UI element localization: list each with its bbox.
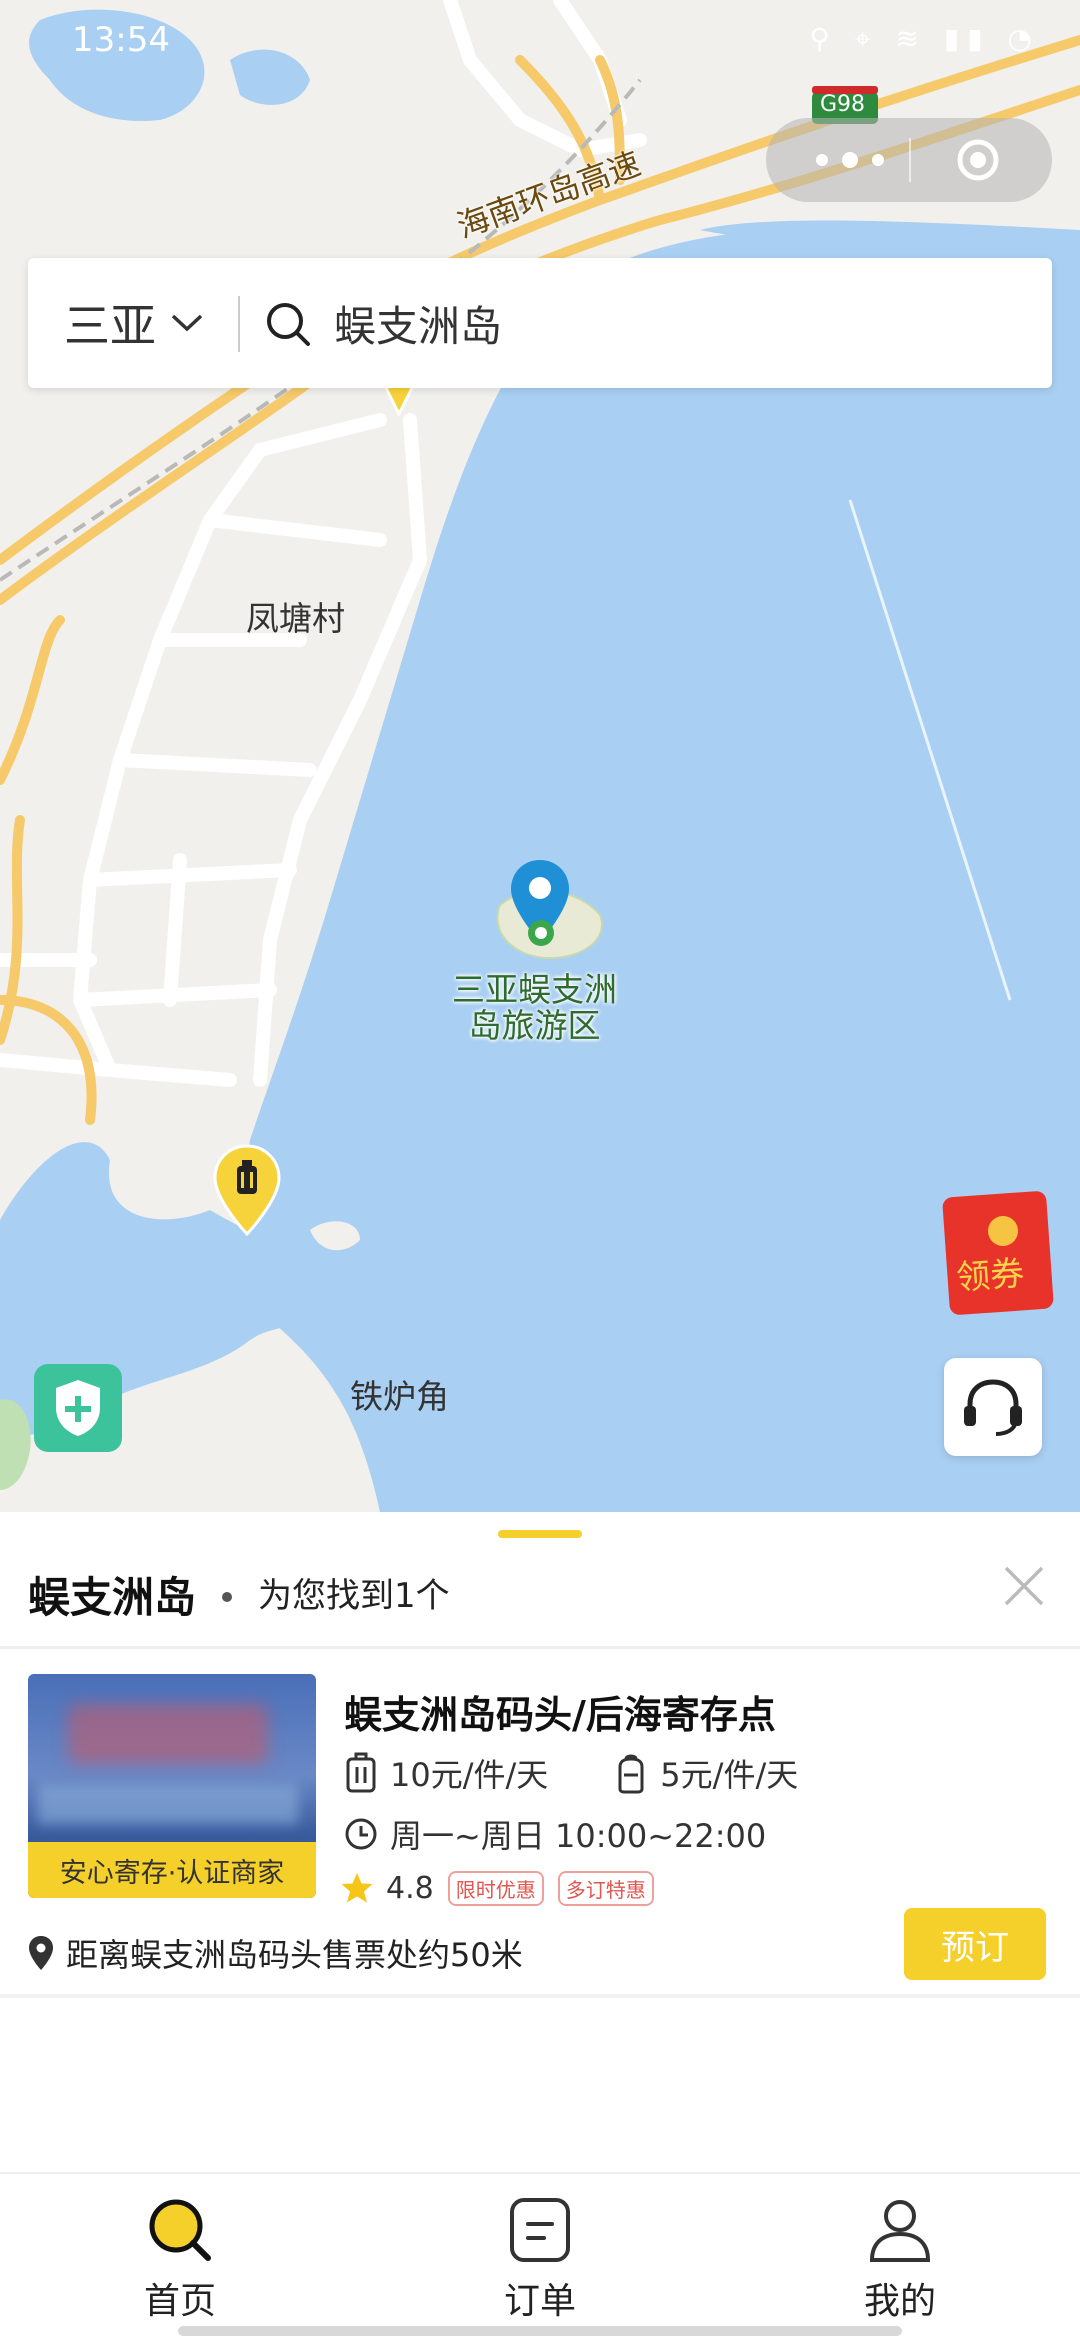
star-icon [341,1873,373,1903]
map-view[interactable]: 海南环岛高速 G98 凤塘村 铁炉角 三亚蜈支洲 岛旅游区 13:54 ⚲ ⌖ … [0,0,1080,1512]
user-profile-icon [869,2200,931,2262]
city-selector[interactable]: 三亚 [64,258,204,388]
more-dots-icon[interactable] [800,140,900,180]
place-label-tieluijiao: 铁炉角 [350,1377,449,1416]
promo-tag: 限时优惠 [447,1870,544,1906]
price-row: 10元/件/天 5元/件/天 [344,1748,798,1798]
search-bar: 三亚 [28,258,1052,388]
backpack-icon [618,1754,644,1794]
bottom-tab-bar: 首页 订单 我的 [0,2172,1080,2340]
distance-row: 距离蜈支洲岛码头售票处约50米 [28,1928,523,1978]
promo-tag: 多订特惠 [557,1870,654,1906]
chevron-down-icon [171,314,203,332]
home-indicator[interactable] [178,2326,902,2336]
tab-label: 订单 [503,2281,576,2322]
status-bar: 13:54 ⚲ ⌖ ≋ ▮▮ ◔ [0,0,1080,80]
close-miniprogram-icon[interactable] [956,138,1000,182]
results-count: 为您找到1个 [258,1576,450,1616]
status-time: 13:54 [72,20,170,60]
tab-label: 首页 [143,2281,216,2322]
rating-value: 4.8 [386,1870,434,1906]
poi-label-wuzhizhou[interactable]: 三亚蜈支洲 岛旅游区 [452,972,617,1044]
close-icon[interactable] [1002,1564,1046,1608]
search-icon [149,2199,211,2261]
price-bag: 5元/件/天 [660,1756,799,1794]
place-label-fengtang: 凤塘村 [246,599,345,638]
divider [0,1646,1080,1649]
opening-hours: 周一~周日 10:00~22:00 [390,1817,767,1855]
price-luggage: 10元/件/天 [390,1756,549,1794]
distance-text: 距离蜈支洲岛码头售票处约50米 [66,1936,523,1974]
safety-button[interactable] [34,1364,122,1452]
highway-number-label: G98 [820,92,866,117]
search-divider [238,296,240,352]
map-canvas [0,0,1080,1512]
rating-row: 4.8 限时优惠 多订特惠 [340,1866,654,1910]
search-icon [267,303,310,346]
headset-icon [964,1379,1022,1436]
tab-profile[interactable]: 我的 [800,2194,1000,2324]
drag-handle[interactable] [498,1530,582,1538]
poi-label-line2: 岛旅游区 [468,1006,601,1045]
status-icons: ⚲ ⌖ ≋ ▮▮ ◔ [809,22,1040,55]
clock-icon [345,1818,377,1850]
order-list-icon [510,2198,570,2262]
coupon-label: 领券 [954,1253,1026,1299]
shield-plus-icon [56,1380,100,1436]
store-card[interactable]: 安心寄存·认证商家 蜈支洲岛码头/后海寄存点 10元/件/天 5元/件/天 周一… [0,1662,1080,1992]
photo-blur [38,1784,298,1824]
customer-service-button[interactable] [944,1358,1042,1456]
store-name[interactable]: 蜈支洲岛码头/后海寄存点 [344,1684,776,1739]
search-input[interactable] [334,258,1014,388]
miniprogram-capsule [766,118,1052,202]
tab-label: 我的 [863,2281,936,2322]
divider [0,1994,1080,1998]
store-photo[interactable]: 安心寄存·认证商家 [28,1674,316,1898]
location-icon [29,1936,53,1970]
app-screen: 海南环岛高速 G98 凤塘村 铁炉角 三亚蜈支洲 岛旅游区 13:54 ⚲ ⌖ … [0,0,1080,2340]
results-title: 蜈支洲岛 [28,1573,197,1622]
poi-label-line1: 三亚蜈支洲 [452,970,617,1009]
city-name: 三亚 [64,299,156,353]
tab-home[interactable]: 首页 [80,2194,280,2324]
luggage-store-marker-icon[interactable] [212,1144,282,1236]
scenic-spot-icon [528,920,554,946]
suitcase-icon [346,1752,376,1793]
hours-row: 周一~周日 10:00~22:00 [344,1812,766,1856]
capsule-divider [909,138,911,182]
coupon-button[interactable]: 领券 [942,1186,1080,1316]
bullet-dot [222,1592,232,1602]
photo-blur [68,1704,268,1764]
certified-badge: 安心寄存·认证商家 [28,1842,316,1898]
tab-orders[interactable]: 订单 [440,2194,640,2324]
results-panel: 蜈支洲岛 为您找到1个 安心寄存·认证商家 蜈支洲岛码头/后海寄存点 10元/件… [0,1512,1080,2172]
book-button[interactable]: 预订 [904,1908,1046,1980]
